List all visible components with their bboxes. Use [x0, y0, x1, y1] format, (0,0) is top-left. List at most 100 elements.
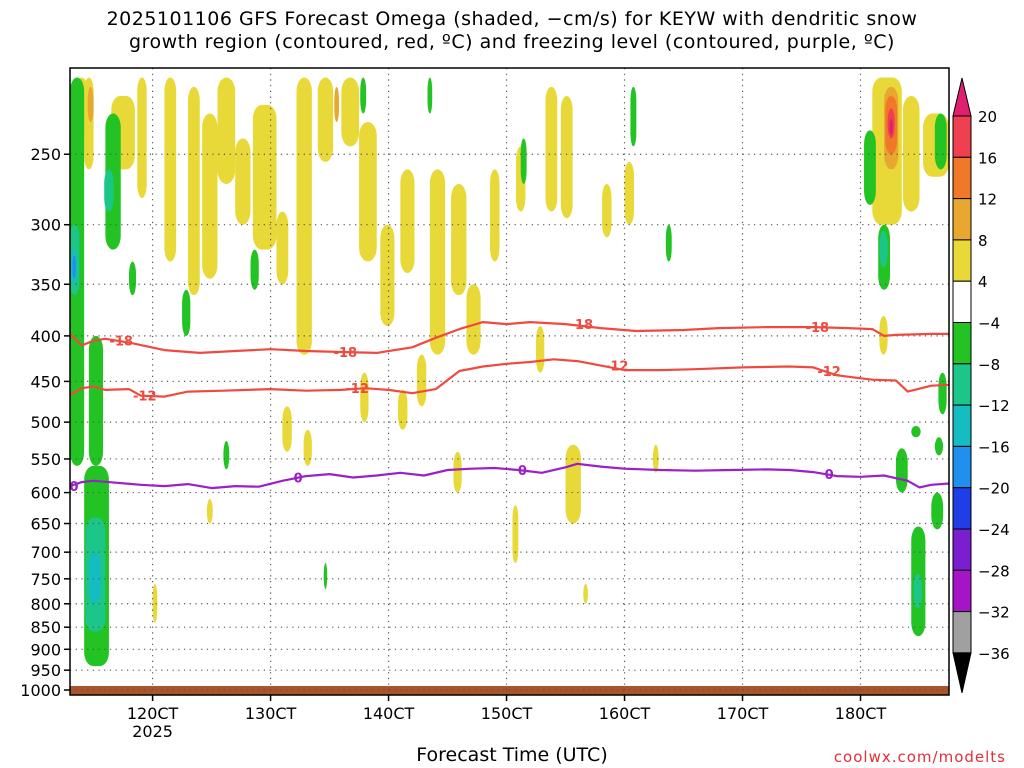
contour-label-2-0: 0 — [69, 480, 78, 495]
omega-cell-59 — [427, 77, 433, 114]
colorbar-label-6: −8 — [978, 356, 1000, 374]
y-tick-label-450: 450 — [30, 372, 61, 391]
omega-cell-26 — [303, 429, 312, 466]
colorbar-label-12: −32 — [978, 604, 1010, 622]
omega-cell-36 — [206, 498, 213, 524]
omega-cell-63 — [864, 130, 876, 205]
colorbar-label-11: −28 — [978, 562, 1010, 580]
x-tick-label-180CT: 180CT — [835, 704, 887, 723]
colorbar-bin-4 — [952, 280, 972, 324]
omega-cell-9 — [276, 211, 289, 285]
omega-cell-78 — [88, 552, 101, 604]
colorbar-top-arrow — [952, 77, 972, 117]
omega-cell-58 — [360, 77, 367, 114]
omega-cell-24 — [624, 161, 634, 225]
colorbar-label-2: 12 — [978, 191, 997, 209]
contour-label-0-0: -18 — [109, 335, 133, 350]
omega-cell-23 — [602, 183, 612, 238]
x-tick-label-130CT: 130CT — [245, 704, 297, 723]
colorbar-bin-11 — [952, 569, 972, 613]
omega-cell-8 — [252, 104, 277, 250]
colorbar-label-10: −24 — [978, 521, 1010, 539]
omega-cell-37 — [583, 583, 588, 604]
omega-cell-11 — [317, 77, 334, 162]
omega-cell-4 — [187, 86, 200, 296]
omega-cell-65 — [895, 448, 908, 493]
colorbar-label-1: 16 — [978, 149, 997, 167]
omega-cell-10 — [296, 77, 312, 355]
omega-cell-67 — [934, 113, 947, 170]
colorbar-bin-6 — [952, 363, 972, 406]
colorbar-label-4: 4 — [978, 273, 988, 291]
colorbar-bottom-arrow — [952, 652, 972, 694]
omega-cell-2 — [137, 77, 147, 199]
colorbar-bin-3 — [952, 239, 972, 282]
omega-cell-74 — [104, 169, 114, 212]
colorbar-bin-9 — [952, 487, 972, 530]
contour-label-1-0: -12 — [133, 390, 157, 405]
y-axis-ticks: 250 300 350 400 450 500 550 600 650 700 750 800 850 9… — [20, 145, 70, 700]
colorbar-bin-10 — [952, 528, 972, 571]
contour-label-0-2: -18 — [570, 318, 594, 333]
colorbar-label-3: 8 — [978, 232, 988, 250]
y-tick-label-1000: 1000 — [20, 681, 61, 700]
colorbar-label-7: −12 — [978, 397, 1010, 415]
omega-cell-33 — [565, 444, 581, 524]
colorbar-label-13: −36 — [978, 645, 1010, 663]
x-tick-label-150CT: 150CT — [481, 704, 533, 723]
y-tick-label-700: 700 — [30, 543, 61, 562]
y-tick-label-250: 250 — [30, 145, 61, 164]
contour-line-2 — [70, 462, 949, 490]
colorbar-bin-7 — [952, 404, 972, 447]
omega-cell-70 — [938, 372, 947, 415]
y-tick-label-900: 900 — [30, 640, 61, 659]
contour-label-1-1: -12 — [345, 382, 369, 397]
omega-cell-62 — [665, 224, 672, 262]
x-tick-sublabel-120CT: 2025 — [132, 722, 173, 741]
omega-cell-71 — [911, 425, 921, 438]
colorbar-bin-5 — [952, 322, 972, 365]
y-tick-label-950: 950 — [30, 661, 61, 680]
colorbar-label-9: −20 — [978, 480, 1010, 498]
omega-cell-30 — [453, 451, 462, 493]
omega-cell-6 — [217, 77, 236, 184]
contour-label-1-2: -12 — [605, 360, 629, 375]
omega-time-height-chart: -18 -18 -18 -18 -12 -12 -12 -12 0 0 0 0 250 300 350 40… — [20, 67, 1010, 741]
colorbar-label-8: −16 — [978, 438, 1010, 456]
omega-cell-25 — [282, 406, 292, 452]
omega-cell-15 — [400, 169, 415, 274]
omega-cell-57 — [323, 563, 328, 589]
omega-cell-7 — [235, 138, 251, 225]
colorbar-label-0: 20 — [978, 108, 997, 126]
y-tick-label-650: 650 — [30, 515, 61, 534]
omega-cell-48 — [889, 118, 893, 136]
omega-cell-27 — [360, 372, 369, 423]
y-tick-label-500: 500 — [30, 413, 61, 432]
omega-cell-12 — [341, 77, 360, 147]
omega-cell-29 — [416, 354, 427, 407]
omega-cell-75 — [879, 231, 888, 268]
y-tick-label-550: 550 — [30, 450, 61, 469]
colorbar: 20 16 12 8 4 −4 −8 −12 −16 −20 −24 −28 −32 −36 — [952, 77, 1010, 694]
colorbar-label-5: −4 — [978, 315, 1000, 333]
colorbar-bin-12 — [952, 611, 972, 654]
omega-cell-31 — [512, 505, 519, 564]
y-tick-label-300: 300 — [30, 216, 61, 235]
omega-cell-39 — [902, 95, 920, 212]
colorbar-bin-1 — [952, 156, 972, 200]
omega-cell-18 — [466, 284, 481, 355]
contour-label-2-1: 0 — [294, 471, 303, 486]
colorbar-bin-0 — [952, 115, 972, 158]
y-tick-label-400: 400 — [30, 327, 61, 346]
plot-grid — [70, 68, 949, 695]
omega-cell-22 — [560, 95, 573, 219]
contour-label-2-3: 0 — [825, 468, 834, 483]
omega-cell-21 — [545, 86, 558, 212]
omega-cell-54 — [182, 289, 191, 336]
omega-cell-3 — [164, 77, 177, 262]
omega-cell-13 — [359, 122, 377, 262]
omega-cell-44 — [334, 86, 340, 123]
omega-cell-61 — [630, 86, 637, 147]
omega-cell-14 — [380, 224, 395, 327]
x-tick-label-160CT: 160CT — [599, 704, 651, 723]
